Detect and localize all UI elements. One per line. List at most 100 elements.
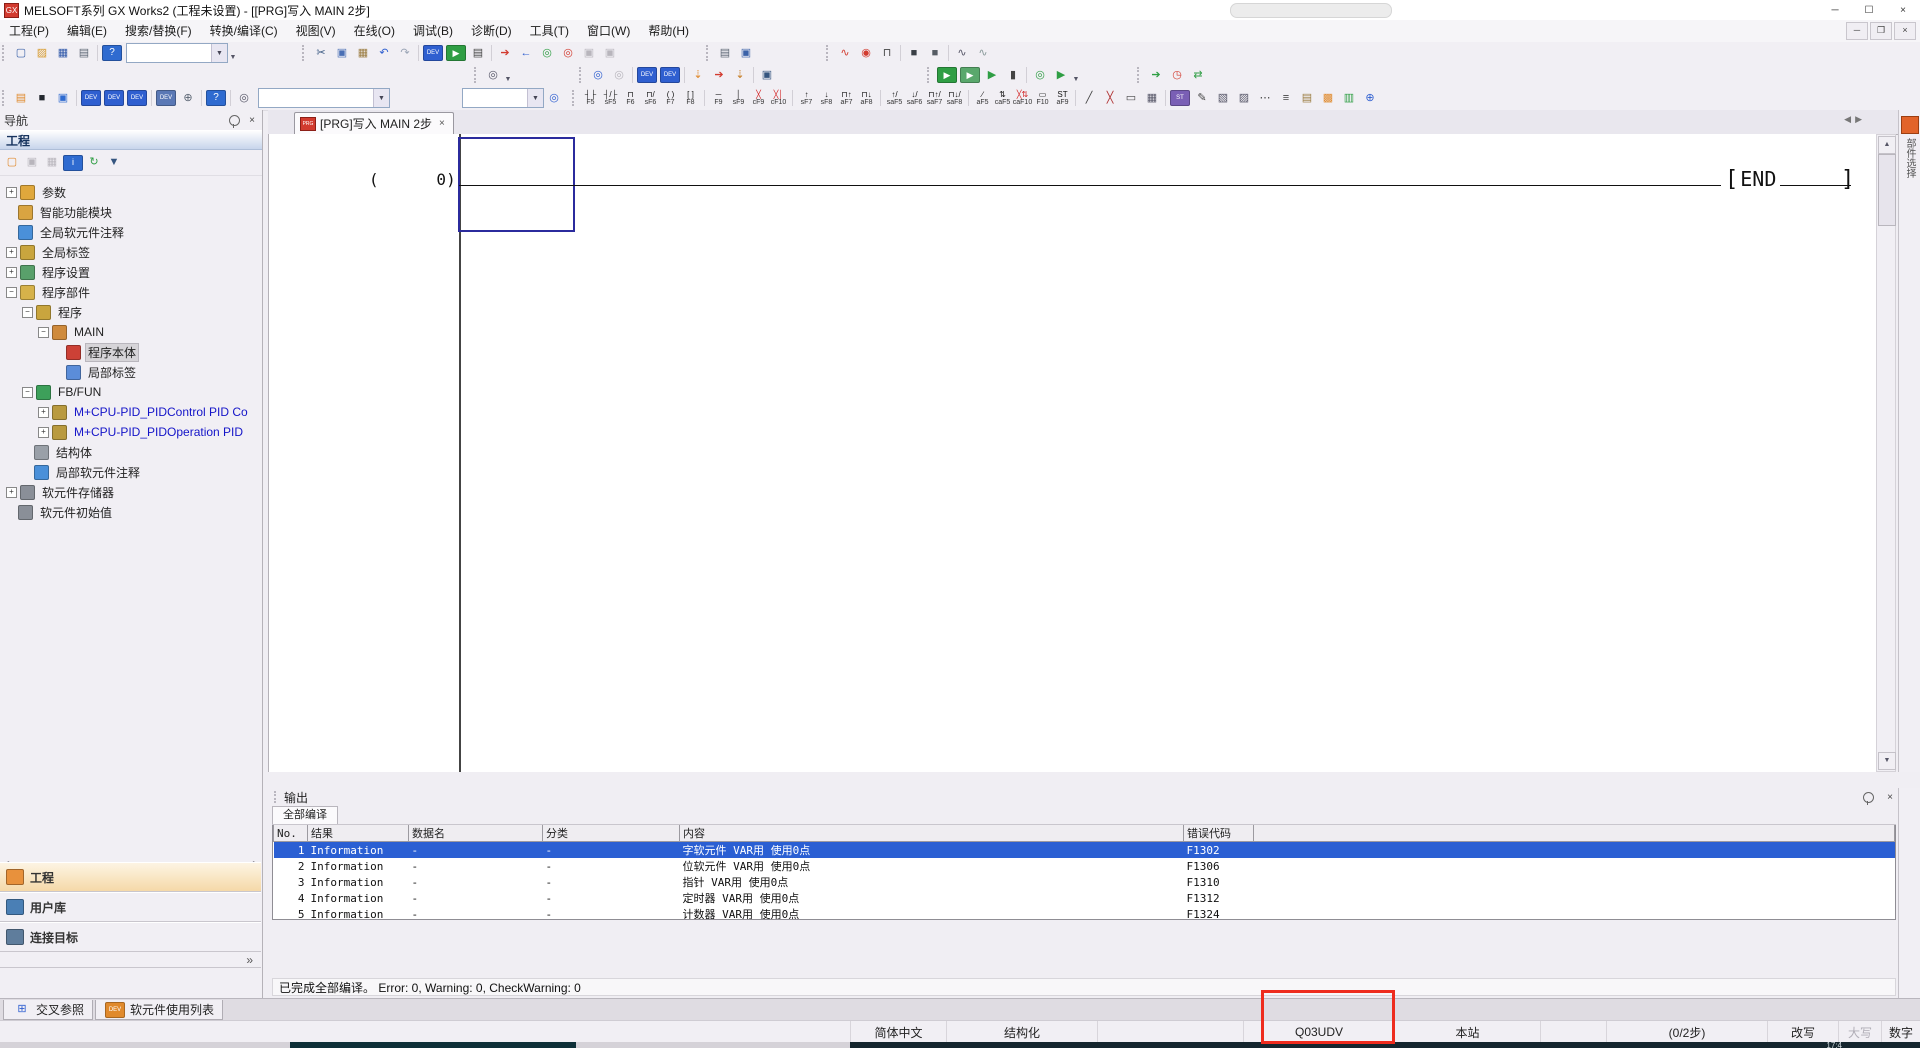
ladder-symbol-saF8[interactable]: ⊓↓/saF8 [945,88,964,109]
comment-icon[interactable]: ⋯ [1255,89,1275,107]
maximize-button[interactable]: ☐ [1852,0,1886,20]
toolbar-grip[interactable] [826,45,833,61]
ladder-symbol-aF7[interactable]: ⊓↑aF7 [837,88,856,109]
minimize-button[interactable]: ─ [1818,0,1852,20]
tree-item[interactable]: −MAIN [0,322,262,342]
menu-item[interactable]: 在线(O) [345,20,404,42]
window-list-combo[interactable]: ▼ [258,88,390,108]
screen-save-icon[interactable]: ▤ [715,44,735,62]
combo-dropdown-icon[interactable]: ▼ [373,89,389,107]
new-file-icon[interactable]: ▢ [11,44,31,62]
dev-box4-icon[interactable]: DEV [156,90,176,106]
toolbar-grip[interactable] [302,45,309,61]
view-buttons-options[interactable]: » [0,952,261,968]
nav-view-button-用户库[interactable]: 用户库 [0,892,261,922]
monitor-pause-icon[interactable]: ▮ [1003,66,1023,84]
read-mode-icon[interactable]: ▧ [1213,89,1233,107]
tree-item[interactable]: +M+CPU-PID_PIDControl PID Co [0,402,262,422]
write-mode-icon[interactable]: ▨ [1234,89,1254,107]
inline-st-icon[interactable]: ST [1170,90,1190,106]
chevron-icon[interactable]: » [246,953,253,967]
tree-item[interactable]: −程序部件 [0,282,262,302]
device-test-icon[interactable]: ▥ [1339,89,1359,107]
ladder-symbol-F7[interactable]: ( )F7 [661,88,680,109]
note-icon[interactable]: ▤ [1297,89,1317,107]
redo-icon[interactable]: ↷ [395,44,415,62]
output-splitter[interactable] [268,772,1920,788]
help-icon[interactable]: ? [102,45,122,61]
device-list-icon[interactable]: DEV [105,1002,125,1018]
tab-close-icon[interactable]: × [436,117,448,130]
highlight-icon[interactable]: ▩ [1318,89,1338,107]
expand-icon[interactable]: + [6,267,17,278]
ladder-symbol-caF5[interactable]: ⇅caF5 [993,88,1012,109]
verify-online-icon[interactable]: ◎ [537,44,557,62]
element-selection-icon[interactable] [1901,116,1919,134]
ladder-symbol-caF10[interactable]: ╳⇅caF10 [1013,88,1032,109]
verify-offline-icon[interactable]: ◎ [558,44,578,62]
screen-monitor-icon[interactable]: ▣ [736,44,756,62]
tree-item[interactable]: 软元件初始值 [0,502,262,522]
find-monitor-icon[interactable]: ◎ [1030,66,1050,84]
toolbar-grip[interactable] [2,45,9,61]
toolbar-overflow-icon[interactable]: ▼ [1071,65,1081,85]
close-button[interactable]: × [1886,0,1920,20]
compile-result-row[interactable]: 4Information--定时器 VAR用 使用0点F1312 [274,890,1895,906]
line-draw-icon[interactable]: ╱ [1079,89,1099,107]
line-delete-icon[interactable]: ╳ [1100,89,1120,107]
ladder-symbol-cF10[interactable]: ╳│cF10 [769,88,788,109]
block-icon[interactable]: ▦ [1142,89,1162,107]
refresh-icon[interactable]: ↻ [84,154,104,172]
anchor-icon[interactable]: ⊕ [178,89,198,107]
combo-dropdown-icon[interactable]: ▼ [211,44,227,62]
scroll-down-icon[interactable]: ▼ [1878,752,1896,770]
collapse-icon[interactable]: − [6,287,17,298]
toolbar-grip[interactable] [579,67,586,83]
menu-item[interactable]: 搜索/替换(F) [116,20,201,42]
statement-icon[interactable]: ≡ [1276,89,1296,107]
tree-item[interactable]: 局部软元件注释 [0,462,262,482]
new-item-icon[interactable]: ▢ [2,154,22,172]
ladder-symbol-sF6[interactable]: ⊓/sF6 [641,88,660,109]
filter-icon[interactable]: ▼ [104,154,124,172]
mdi-close-button[interactable]: × [1894,22,1916,40]
tree-item[interactable]: −FB/FUN [0,382,262,402]
zoom-combo[interactable]: ▼ [462,88,544,108]
menu-item[interactable]: 视图(V) [287,20,345,42]
ladder-symbol-F5[interactable]: ┤├F5 [581,88,600,109]
ladder-symbol-F9[interactable]: ─F9 [709,88,728,109]
ladder-symbol-aF9[interactable]: STaF9 [1053,88,1072,109]
pin-icon[interactable] [1863,792,1874,803]
tree-item[interactable]: 局部标签 [0,362,262,382]
dark-screen1-icon[interactable]: ■ [904,44,924,62]
toolbar-overflow-icon[interactable]: ▼ [228,43,238,63]
ladder-monitor-icon[interactable]: ▶ [446,45,466,61]
dark-screen2-icon[interactable]: ■ [925,44,945,62]
ladder-symbol-sF5[interactable]: ┤/├sF5 [601,88,620,109]
ladder-symbol-sF8[interactable]: ↓sF8 [817,88,836,109]
paste-icon[interactable]: ▦ [353,44,373,62]
compile-result-row[interactable]: 3Information--指针 VAR用 使用0点F1310 [274,874,1895,890]
tree-item[interactable]: 智能功能模块 [0,202,262,222]
editor-vscrollbar[interactable]: ▲ ▼ [1876,134,1896,772]
ladder-symbol-sF7[interactable]: ↑sF7 [797,88,816,109]
compile-result-row[interactable]: 5Information--计数器 VAR用 使用0点F1324 [274,906,1895,920]
toolbar-grip[interactable] [706,45,713,61]
dev-box2-icon[interactable]: DEV [104,90,124,106]
monitor-lock-icon[interactable]: ▣ [757,66,777,84]
ladder-symbol-F10[interactable]: ▭F10 [1033,88,1052,109]
monitor-run-icon[interactable]: ▶ [982,66,1002,84]
pulse-wave-icon[interactable]: ⊓ [877,44,897,62]
black-window-icon[interactable]: ■ [32,89,52,107]
jump-target-icon[interactable]: ➔ [709,66,729,84]
ladder-symbol-saF5[interactable]: ↑/saF5 [885,88,904,109]
zoom-plus-icon[interactable]: ⊕ [1360,89,1380,107]
tree-item[interactable]: +M+CPU-PID_PIDOperation PID [0,422,262,442]
mdi-minimize-button[interactable]: ─ [1846,22,1868,40]
exec-time-icon[interactable]: ◷ [1167,66,1187,84]
device-find-icon[interactable]: DEV [423,45,443,61]
cut-icon[interactable]: ✂ [311,44,331,62]
toolbar-grip[interactable] [927,67,934,83]
write-to-plc-icon[interactable]: ➔ [495,44,515,62]
expand-icon[interactable]: + [6,247,17,258]
